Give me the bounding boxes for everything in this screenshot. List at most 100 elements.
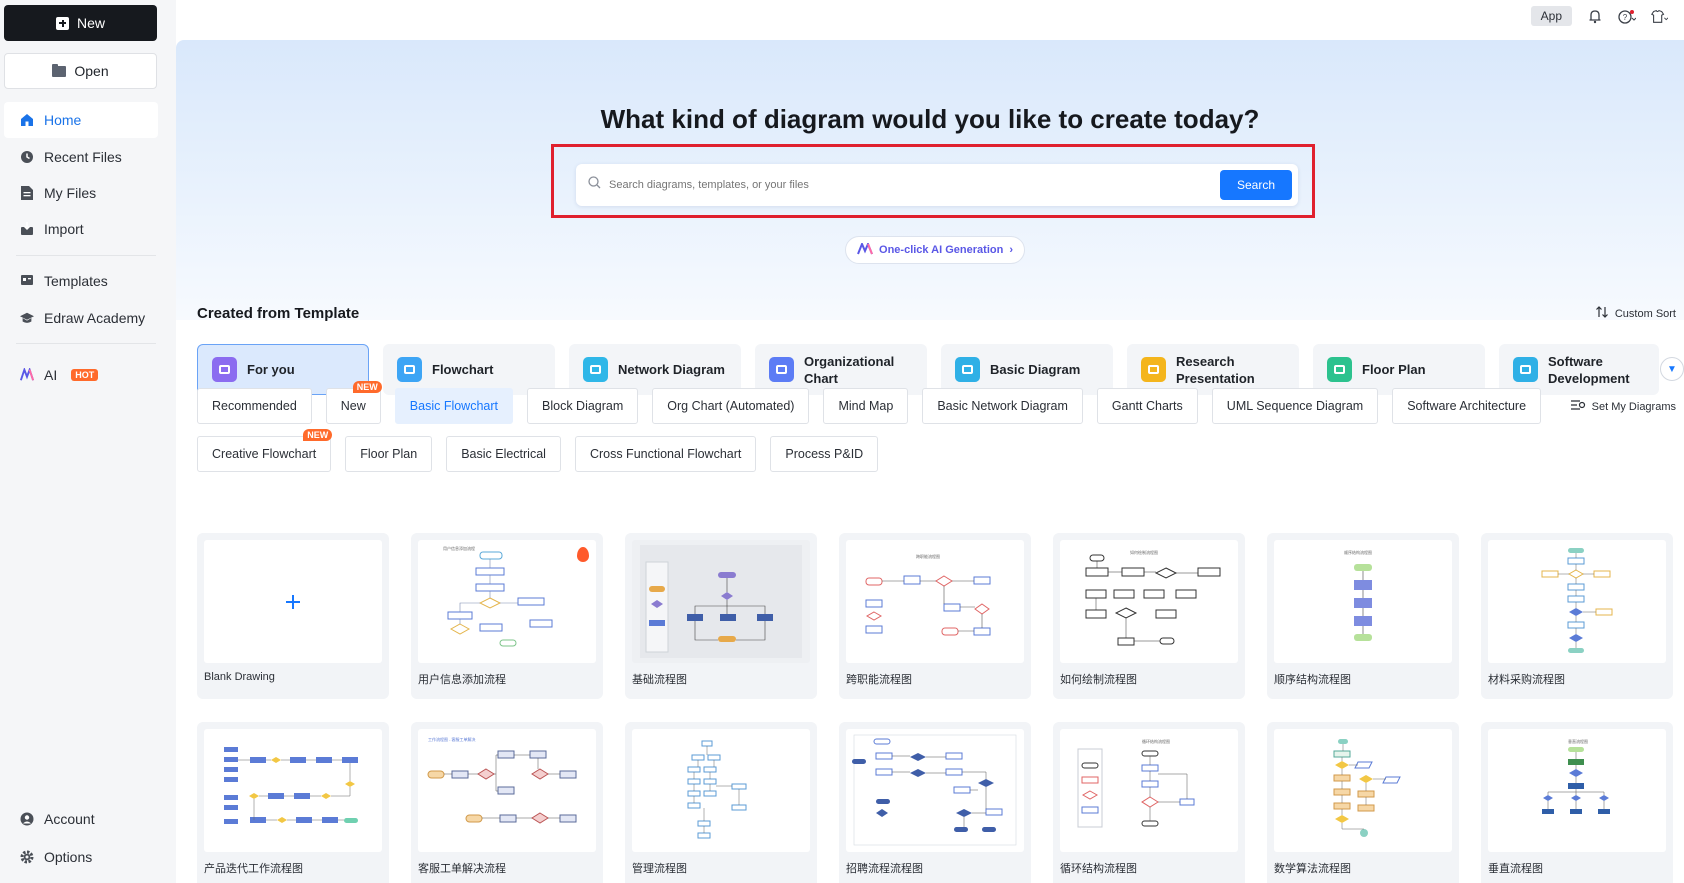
bell-icon[interactable] [1586, 7, 1604, 25]
pill-creative-flowchart[interactable]: Creative Flowchart NEW [197, 429, 333, 472]
hot-badge: HOT [71, 369, 99, 381]
pill-mind-map[interactable]: Mind Map [823, 388, 909, 424]
ai-generation-button[interactable]: One-click AI Generation › [845, 236, 1025, 264]
template-thumbnail [632, 540, 810, 663]
sidebar-item-label: My Files [44, 185, 97, 201]
pill-label: Cross Functional Flowchart [589, 447, 742, 461]
template-card[interactable]: 材料采购流程图 [1481, 533, 1673, 699]
template-name: 跨职能流程图 [846, 674, 912, 686]
pill-label: Software Architecture [1407, 399, 1527, 413]
shirt-icon[interactable] [1650, 7, 1668, 25]
plus-icon [55, 16, 69, 30]
help-icon[interactable]: ? [1618, 7, 1636, 25]
set-my-diagrams-button[interactable]: Set My Diagrams [1570, 399, 1676, 414]
search-input[interactable] [601, 179, 1298, 191]
pill-label: Creative Flowchart [212, 447, 317, 461]
template-card[interactable]: 管理流程图 [625, 722, 817, 883]
template-card[interactable]: 用户信息添加流程 用户信息添加流程 [411, 533, 603, 699]
template-name: Blank Drawing [204, 671, 275, 683]
file-icon [20, 186, 34, 200]
sidebar-item-account[interactable]: Account [4, 801, 158, 837]
open-label: Open [74, 63, 109, 79]
ai-icon [857, 240, 873, 258]
pill-uml-sequence-diagram[interactable]: UML Sequence Diagram [1211, 388, 1379, 424]
new-button[interactable]: New [4, 5, 157, 41]
pill-label: Basic Flowchart [409, 399, 499, 413]
pill-label: Basic Electrical [461, 447, 546, 461]
template-card[interactable]: 工作流程图 - 客服工单解决 客服工单解决流程 [411, 722, 603, 883]
import-icon [20, 222, 34, 236]
template-card[interactable]: 循环结构流程图 循环结构流程图 [1053, 722, 1245, 883]
flowchart-icon [397, 357, 422, 382]
template-thumbnail [1488, 540, 1666, 663]
sidebar: New Open Home Recent Files My Files Impo… [0, 0, 176, 883]
sidebar-divider [16, 255, 156, 256]
subcategory-pills-row1: Recommended New NEW Basic Flowchart Block… [197, 381, 1542, 424]
category-label: Organizational Chart [804, 353, 895, 386]
chevron-right-icon: › [1009, 244, 1013, 256]
template-thumbnail: 循环结构流程图 [1060, 729, 1238, 852]
template-name: 数学算法流程图 [1274, 863, 1351, 875]
pill-software-architecture[interactable]: Software Architecture [1392, 388, 1542, 424]
sidebar-item-edraw-academy[interactable]: Edraw Academy [4, 300, 158, 336]
template-card[interactable]: 如何绘制流程图 如何绘制流程图 [1053, 533, 1245, 699]
template-name: 如何绘制流程图 [1060, 674, 1137, 686]
template-name: 材料采购流程图 [1488, 674, 1565, 686]
basic-diagram-icon [955, 357, 980, 382]
search-icon [588, 176, 601, 194]
pill-basic-network-diagram[interactable]: Basic Network Diagram [922, 388, 1083, 424]
template-thumbnail: 用户信息添加流程 [418, 540, 596, 663]
open-button[interactable]: Open [4, 53, 157, 89]
sidebar-item-label: Import [44, 221, 84, 237]
pill-basic-electrical[interactable]: Basic Electrical [446, 436, 561, 472]
template-card[interactable]: 产品迭代工作流程图 [197, 722, 389, 883]
sidebar-item-options[interactable]: Options [4, 839, 158, 875]
template-card[interactable]: 垂直流程图 垂直流程图 [1481, 722, 1673, 883]
pill-org-chart-automated[interactable]: Org Chart (Automated) [652, 388, 810, 424]
pill-label: Process P&ID [785, 447, 864, 461]
pill-basic-flowchart[interactable]: Basic Flowchart [394, 388, 514, 424]
pill-label: New [340, 399, 366, 413]
chevron-down-icon[interactable]: ▼ [1660, 357, 1684, 381]
pill-recommended[interactable]: Recommended [197, 388, 312, 424]
template-card[interactable]: 基础流程图 [625, 533, 817, 699]
new-label: New [76, 15, 105, 31]
search-button[interactable]: Search [1220, 170, 1292, 200]
pill-label: Gantt Charts [1111, 399, 1183, 413]
sidebar-item-label: Templates [44, 273, 108, 289]
pill-floor-plan[interactable]: Floor Plan [345, 436, 433, 472]
template-name: 循环结构流程图 [1060, 863, 1137, 875]
top-bar: App ? [1530, 0, 1684, 32]
template-name: 产品迭代工作流程图 [204, 863, 303, 875]
sidebar-item-home[interactable]: Home [4, 102, 158, 138]
sidebar-item-ai[interactable]: AI HOT [4, 357, 158, 393]
template-card[interactable]: 数学算法流程图 [1267, 722, 1459, 883]
pill-gantt-charts[interactable]: Gantt Charts [1096, 388, 1198, 424]
app-button[interactable]: App [1530, 6, 1572, 26]
template-card[interactable]: 跨职能流程图 跨职能流程图 [839, 533, 1031, 699]
category-label: Basic Diagram [990, 362, 1081, 377]
account-icon [20, 812, 34, 826]
sidebar-item-import[interactable]: Import [4, 211, 158, 247]
template-card[interactable]: 顺序结构流程图 顺序结构流程图 [1267, 533, 1459, 699]
template-name: 顺序结构流程图 [1274, 674, 1351, 686]
template-thumbnail [846, 729, 1024, 852]
search-bar[interactable]: Search [576, 164, 1298, 206]
software-icon [1513, 357, 1538, 382]
gear-icon [20, 850, 34, 864]
sidebar-item-my-files[interactable]: My Files [4, 175, 158, 211]
pill-block-diagram[interactable]: Block Diagram [527, 388, 639, 424]
category-label: Floor Plan [1362, 362, 1426, 377]
pill-cross-functional-flowchart[interactable]: Cross Functional Flowchart [574, 436, 757, 472]
template-card[interactable]: 招聘流程流程图 [839, 722, 1031, 883]
template-card-blank[interactable]: Blank Drawing [197, 533, 389, 699]
custom-sort-button[interactable]: Custom Sort [1595, 306, 1676, 321]
pill-new[interactable]: New NEW [325, 381, 382, 424]
template-thumbnail [204, 540, 382, 663]
pill-process-pid[interactable]: Process P&ID [770, 436, 879, 472]
settings-list-icon [1570, 399, 1586, 414]
sidebar-item-recent-files[interactable]: Recent Files [4, 139, 158, 175]
category-label: Flowchart [432, 362, 494, 377]
academy-icon [20, 311, 34, 325]
sidebar-item-templates[interactable]: Templates [4, 263, 158, 299]
